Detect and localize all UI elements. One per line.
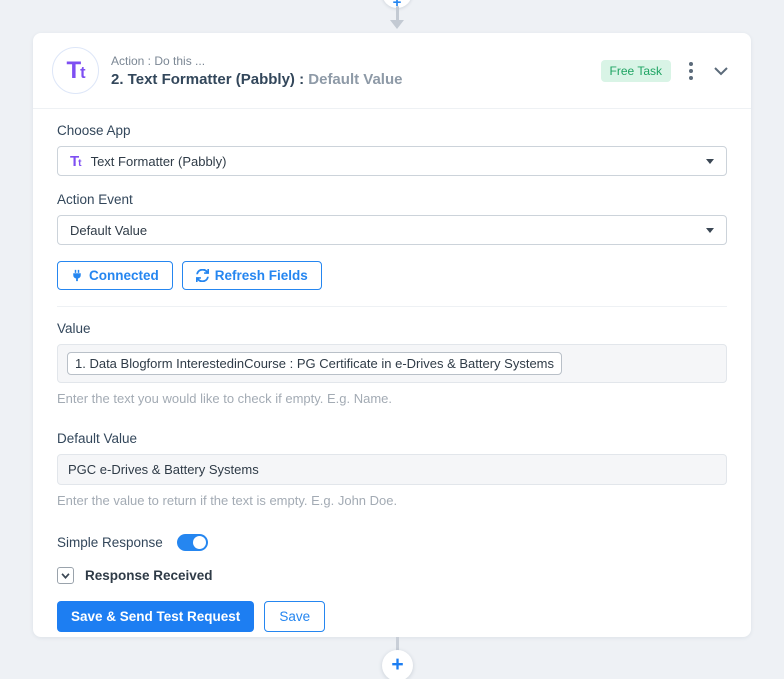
plug-icon [73,269,81,282]
action-event-select[interactable]: Default Value [57,215,727,245]
caret-down-icon [706,228,714,233]
top-connector: + [0,0,784,33]
section-divider [57,306,727,307]
simple-response-label: Simple Response [57,535,163,550]
arrow-down-icon [390,20,404,29]
step-kicker: Action : Do this ... [111,53,206,68]
value-input[interactable]: 1. Data Blogform InterestedinCourse : PG… [57,344,727,383]
step-title-event: Default Value [308,70,403,88]
mapped-field-token[interactable]: 1. Data Blogform InterestedinCourse : PG… [67,352,563,375]
default-value-help-text: Enter the value to return if the text is… [57,493,398,508]
chevron-down-icon [61,572,70,579]
collapse-card-button[interactable] [711,64,731,78]
step-titles: Action : Do this ... 2. Text Formatter (… [111,54,601,88]
simple-response-toggle[interactable] [176,534,208,551]
value-label: Value [57,321,91,336]
choose-app-value: Text Formatter (Pabbly) [90,153,227,169]
save-button[interactable]: Save [264,601,326,632]
app-icon-circle: Tt [52,47,99,94]
save-send-test-request-button[interactable]: Save & Send Test Request [57,601,255,632]
step-title-main: 2. Text Formatter (Pabbly) : [111,70,309,88]
refresh-fields-button[interactable]: Refresh Fields [181,261,322,290]
add-step-button[interactable]: + [382,650,413,679]
plus-icon: + [391,653,404,676]
toggle-knob [192,536,206,549]
text-formatter-icon-small: Tt [70,152,82,170]
text-formatter-icon: Tt [66,56,85,84]
default-value-input[interactable] [57,454,727,485]
default-value-label: Default Value [57,431,138,446]
kebab-menu-icon[interactable] [685,59,697,83]
step-header: Tt Action : Do this ... 2. Text Formatte… [33,33,751,109]
caret-down-icon [706,159,714,164]
step-title: 2. Text Formatter (Pabbly) : Default Val… [111,71,601,88]
choose-app-select[interactable]: Tt Text Formatter (Pabbly) [57,146,727,176]
action-step-card: Tt Action : Do this ... 2. Text Formatte… [33,33,751,637]
connected-button[interactable]: Connected [57,261,173,290]
connection-buttons: Connected Refresh Fields [57,261,727,290]
header-actions: Free Task [600,59,731,83]
response-received-collapse-button[interactable] [57,567,74,584]
refresh-icon [195,269,209,282]
response-received-row: Response Received [57,567,727,584]
chevron-down-icon [714,66,728,75]
response-received-label: Response Received [85,568,213,583]
save-actions: Save & Send Test Request Save [57,601,727,632]
free-task-badge: Free Task [600,59,671,82]
simple-response-row: Simple Response [57,534,727,551]
choose-app-label: Choose App [57,123,131,138]
value-help-text: Enter the text you would like to check i… [57,391,393,406]
action-event-label: Action Event [57,192,133,207]
step-body: Choose App Tt Text Formatter (Pabbly) Ac… [33,109,751,632]
action-event-value: Default Value [70,222,148,238]
